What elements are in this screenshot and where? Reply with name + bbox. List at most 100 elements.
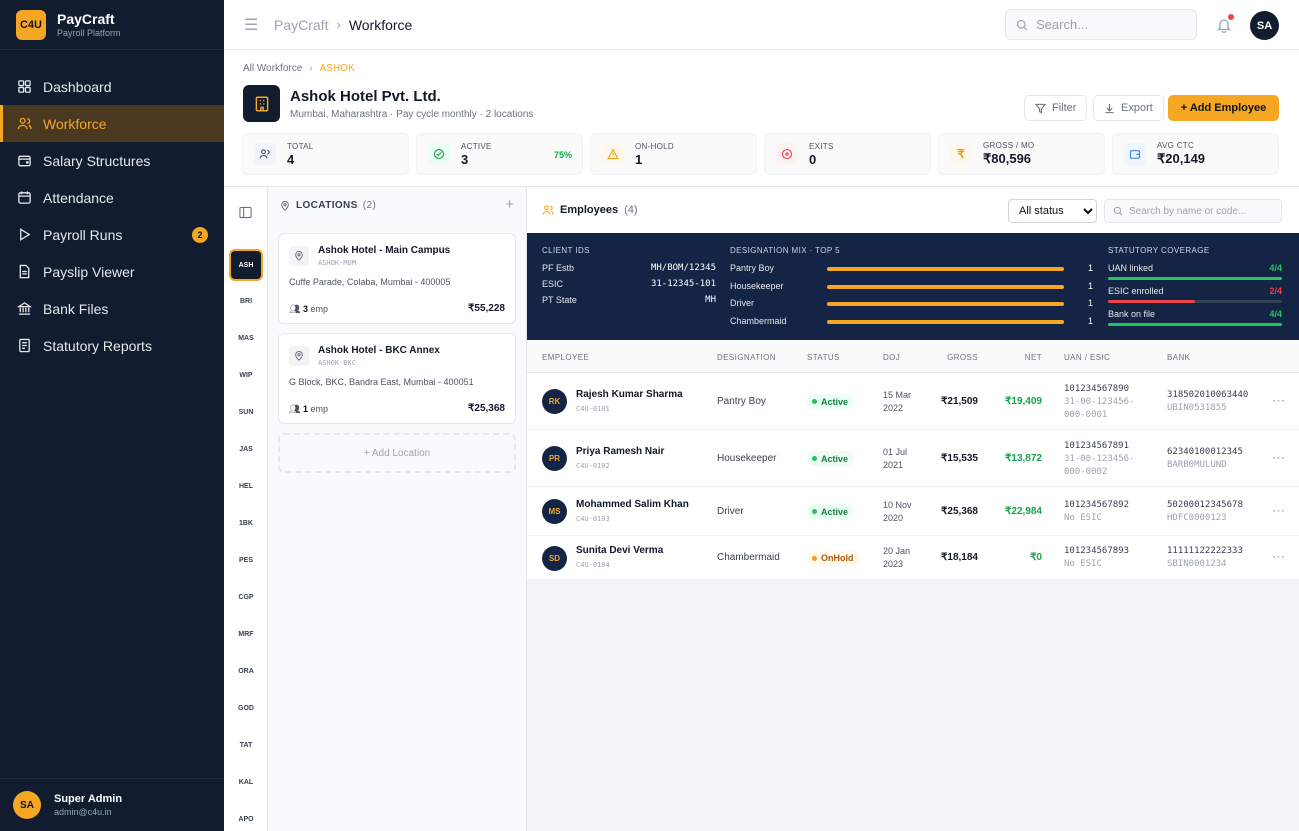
status-filter-select[interactable]: All status	[1008, 199, 1097, 223]
sidebar-item-attendance[interactable]: Attendance	[0, 179, 224, 216]
export-button[interactable]: Export	[1093, 95, 1164, 121]
add-employee-button[interactable]: + Add Employee	[1168, 95, 1279, 121]
column-header-gross[interactable]: GROSS	[927, 353, 978, 362]
page-subtitle: Mumbai, Maharashtra · Pay cycle monthly …	[290, 109, 534, 120]
client-rail-item-kal[interactable]: KAL	[224, 779, 268, 786]
sidebar-item-salary-structures[interactable]: Salary Structures	[0, 142, 224, 179]
breadcrumb-root[interactable]: PayCraft	[274, 17, 328, 33]
employee-gross: ₹18,184	[941, 552, 978, 563]
stat-card-avg-ctc: AVG CTC ₹20,149	[1112, 133, 1279, 175]
employee-search[interactable]	[1104, 199, 1282, 223]
client-rail-item-pes[interactable]: PES	[224, 557, 268, 564]
column-header-bank[interactable]: BANK	[1167, 353, 1190, 362]
more-options-icon[interactable]: ⋯	[1272, 549, 1285, 565]
sidebar-nav: Dashboard Workforce Salary Structures At…	[0, 68, 224, 364]
client-rail-item-tat[interactable]: TAT	[224, 742, 268, 749]
client-rail-item-god[interactable]: GOD	[224, 705, 268, 712]
bell-icon[interactable]	[1216, 14, 1234, 34]
employee-uan-esic: 101234567890 31-00-123456- 000-0001	[1064, 383, 1134, 422]
more-options-icon[interactable]: ⋯	[1272, 393, 1285, 409]
designation-bar	[827, 302, 1064, 306]
sidebar-toggle-icon[interactable]	[239, 206, 252, 219]
menu-icon[interactable]: ☰	[244, 15, 260, 35]
column-header-status[interactable]: STATUS	[807, 353, 840, 362]
status-badge: OnHold	[807, 550, 860, 566]
stat-value: ₹20,149	[1157, 151, 1206, 166]
employee-bank: 318502010063440 UBIN0531855	[1167, 389, 1248, 415]
designation-label: Pantry Boy	[730, 263, 775, 273]
status-badge: Active	[807, 394, 855, 409]
filter-button[interactable]: Filter	[1024, 95, 1088, 121]
esic-number-cont: 000-0002	[1064, 466, 1108, 477]
location-card[interactable]: Ashok Hotel - Main Campus ASHOK-MUM Cuff…	[278, 233, 516, 324]
table-row[interactable]: MS Mohammed Salim Khan C4U-0103 Driver Activ…	[527, 487, 1299, 536]
stat-card-gross-mo: ₹ GROSS / MO ₹80,596	[938, 133, 1105, 175]
employee-bank: 50200012345678 HDFC0000123	[1167, 499, 1243, 525]
designation-bar	[827, 319, 1064, 324]
sidebar-item-payslip-viewer[interactable]: Payslip Viewer	[0, 253, 224, 290]
location-amount: ₹55,228	[468, 303, 505, 314]
client-rail-item-mrf[interactable]: MRF	[224, 631, 268, 638]
client-rail-item-bri[interactable]: BRI	[224, 298, 268, 305]
more-options-icon[interactable]: ⋯	[1272, 503, 1285, 519]
client-rail-item-wip[interactable]: WIP	[224, 372, 268, 379]
client-rail-item-hel[interactable]: HEL	[224, 483, 268, 490]
stat-label: TOTAL	[287, 141, 314, 151]
location-name: Ashok Hotel - Main Campus	[318, 245, 451, 256]
bank-account: 318502010063440	[1167, 389, 1249, 400]
stat-value: 0	[809, 151, 817, 167]
table-row[interactable]: RK Rajesh Kumar Sharma C4U-0101 Pantry Boy A…	[527, 373, 1299, 430]
avatar[interactable]: SA	[1250, 11, 1279, 40]
sidebar-item-statutory-reports[interactable]: Statutory Reports	[0, 327, 224, 364]
coverage-bar	[1108, 323, 1282, 326]
stat-card-exits: EXITS 0	[764, 133, 931, 175]
sidebar-item-workforce[interactable]: Workforce	[0, 105, 224, 142]
more-options-icon[interactable]: ⋯	[1272, 450, 1285, 466]
location-address: Cuffe Parade, Colaba, Mumbai - 400005	[289, 277, 451, 287]
column-header-designation[interactable]: DESIGNATION	[717, 353, 776, 362]
stat-percentage: 75%	[553, 150, 572, 160]
table-row[interactable]: PR Priya Ramesh Nair C4U-0102 Housekeeper Ac…	[527, 430, 1299, 487]
employee-uan-esic: 101234567893 No ESIC	[1064, 545, 1129, 571]
client-rail-item-1bk[interactable]: 1BK	[224, 520, 268, 527]
add-location-icon[interactable]: +	[505, 196, 514, 213]
employee-code: C4U-0104	[576, 561, 610, 569]
status-dot	[812, 555, 817, 561]
sidebar-item-dashboard[interactable]: Dashboard	[0, 68, 224, 105]
users-icon: 👥︎	[289, 304, 301, 314]
column-header-uan-esic[interactable]: UAN / ESIC	[1064, 353, 1110, 362]
employee-designation: Chambermaid	[717, 552, 780, 563]
status-badge: Active	[807, 504, 855, 519]
client-rail-item-ora[interactable]: ORA	[224, 668, 268, 675]
employee-bank: 62340100012345 BARB0MULUND	[1167, 446, 1243, 472]
play-icon	[16, 227, 32, 243]
stat-value: 3	[461, 151, 469, 167]
column-header-employee[interactable]: EMPLOYEE	[542, 353, 589, 362]
location-card[interactable]: Ashok Hotel - BKC Annex ASHOK-BKC G Bloc…	[278, 333, 516, 424]
client-rail-item-apo[interactable]: APO	[224, 816, 268, 823]
user-profile[interactable]: SA Super Admin admin@c4u.in	[0, 778, 224, 831]
client-rail-item-cgp[interactable]: CGP	[224, 594, 268, 601]
employee-search-input[interactable]	[1129, 205, 1279, 217]
add-location-button[interactable]: + Add Location	[278, 433, 516, 473]
column-header-net[interactable]: NET	[997, 353, 1042, 362]
column-header-doj[interactable]: DOJ	[883, 353, 900, 362]
sidebar-item-payroll-runs[interactable]: Payroll Runs 2	[0, 216, 224, 253]
sidebar-item-bank-files[interactable]: Bank Files	[0, 290, 224, 327]
breadcrumb-all-workforce[interactable]: All Workforce	[243, 63, 302, 74]
rupee-icon: ₹	[950, 143, 972, 165]
employee-gross: ₹25,368	[941, 505, 978, 517]
client-rail-item-ash[interactable]: ASH	[229, 249, 263, 281]
client-rail-item-jas[interactable]: JAS	[224, 446, 268, 453]
employees-title: Employees	[560, 204, 619, 216]
client-rail-item-mas[interactable]: MAS	[224, 335, 268, 342]
esic-number: No ESIC	[1064, 559, 1102, 569]
client-rail-item-sun[interactable]: SUN	[224, 409, 268, 416]
user-name: Super Admin	[54, 793, 123, 805]
search-input[interactable]	[1036, 17, 1186, 32]
global-search[interactable]	[1005, 9, 1197, 40]
wallet-icon	[1124, 143, 1146, 165]
table-row[interactable]: SD Sunita Devi Verma C4U-0104 Chambermaid On…	[527, 536, 1299, 580]
sidebar-item-label: Dashboard	[43, 78, 112, 95]
employee-net: ₹19,409	[1005, 395, 1042, 407]
